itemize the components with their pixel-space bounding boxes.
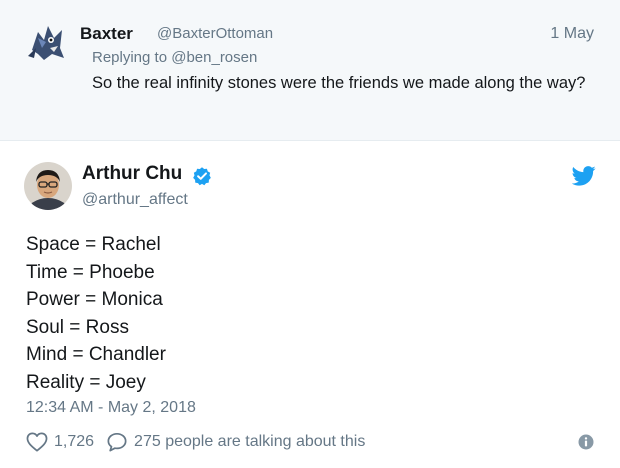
verified-badge-icon xyxy=(193,167,211,186)
author-handle[interactable]: @arthur_affect xyxy=(82,191,188,209)
replying-prefix: Replying to xyxy=(92,49,168,66)
tweet-line: Power = Monica xyxy=(26,289,163,310)
info-icon[interactable] xyxy=(578,434,594,450)
tweet-line: Reality = Joey xyxy=(26,371,146,393)
reply-avatar[interactable] xyxy=(24,18,70,64)
talking-about-link[interactable]: 275 people are talking about this xyxy=(134,433,365,451)
tweet-line: Soul = Ross xyxy=(26,316,129,338)
heart-icon[interactable] xyxy=(26,432,48,452)
replying-to-mention[interactable]: @ben_rosen xyxy=(171,49,257,66)
like-count[interactable]: 1,726 xyxy=(54,433,94,451)
tweet-line: Space = Rachel xyxy=(26,234,161,255)
tweet-line: Mind = Chandler xyxy=(26,344,166,365)
replying-to-line: Replying to @ben_rosen xyxy=(92,49,257,66)
reply-display-name[interactable]: Baxter xyxy=(80,24,133,44)
author-avatar[interactable] xyxy=(24,162,72,210)
reply-date[interactable]: 1 May xyxy=(550,25,594,43)
reply-handle[interactable]: @BaxterOttoman xyxy=(157,25,273,42)
reply-tweet: Baxter @BaxterOttoman 1 May Replying to … xyxy=(0,0,620,141)
author-display-name[interactable]: Arthur Chu xyxy=(82,163,182,185)
twitter-bird-icon[interactable] xyxy=(572,166,596,186)
tweet-line: Time = Phoebe xyxy=(26,261,155,283)
speech-bubble-icon[interactable] xyxy=(106,432,128,452)
reply-text: So the real infinity stones were the fri… xyxy=(92,74,586,92)
tweet-actions: 1,726 275 people are talking about this xyxy=(26,430,365,454)
tweet-body: Space = Rachel Time = Phoebe Power = Mon… xyxy=(26,231,166,396)
tweet-timestamp[interactable]: 12:34 AM - May 2, 2018 xyxy=(26,399,196,417)
